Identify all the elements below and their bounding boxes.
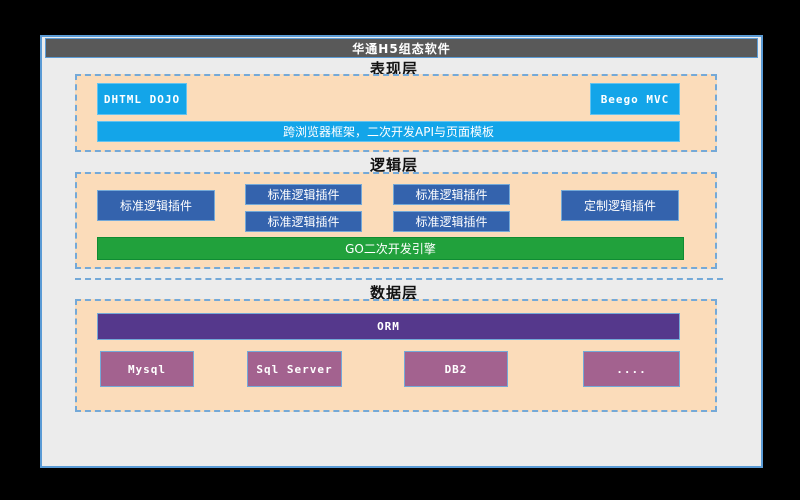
standard-plugin-left-box: 标准逻辑插件: [97, 190, 215, 221]
go-engine-bar: GO二次开发引擎: [97, 237, 684, 260]
data-layer-box: ORM Mysql Sql Server DB2 ....: [75, 299, 717, 412]
standard-plugin-box: 标准逻辑插件: [393, 184, 510, 205]
logic-layer-box: 标准逻辑插件 标准逻辑插件 标准逻辑插件 标准逻辑插件 标准逻辑插件 定制逻辑插…: [75, 172, 717, 269]
presentation-layer-box: DHTML DOJO Beego MVC 跨浏览器框架，二次开发API与页面模板: [75, 74, 717, 152]
standard-plugin-box: 标准逻辑插件: [393, 211, 510, 232]
custom-plugin-box: 定制逻辑插件: [561, 190, 679, 221]
beego-mvc-box: Beego MVC: [590, 83, 680, 115]
cross-browser-framework-bar: 跨浏览器框架，二次开发API与页面模板: [97, 121, 680, 142]
other-db-box: ....: [583, 351, 680, 387]
window-title-bar: 华通H5组态软件: [45, 38, 758, 58]
diagram-stage: 华通H5组态软件 表现层 DHTML DOJO Beego MVC 跨浏览器框架…: [0, 0, 800, 500]
orm-bar: ORM: [97, 313, 680, 340]
layer-separator-dashed-line: [75, 278, 723, 280]
mysql-box: Mysql: [100, 351, 194, 387]
sql-server-box: Sql Server: [247, 351, 342, 387]
db2-box: DB2: [404, 351, 508, 387]
window-title: 华通H5组态软件: [352, 40, 450, 57]
standard-plugin-box: 标准逻辑插件: [245, 211, 362, 232]
standard-plugin-box: 标准逻辑插件: [245, 184, 362, 205]
dhtml-dojo-box: DHTML DOJO: [97, 83, 187, 115]
